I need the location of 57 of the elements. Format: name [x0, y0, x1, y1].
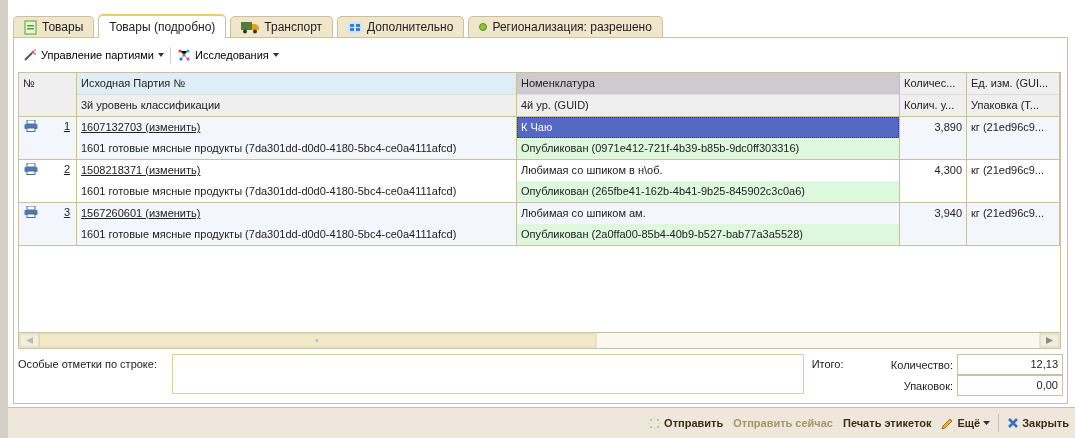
tab[interactable]: Транспорт [230, 16, 334, 37]
table-cell: Опубликован (0971e412-721f-4b39-b85b-9dc0ff303316) [517, 138, 899, 159]
molecule-icon [177, 48, 191, 62]
action-button[interactable]: Закрыть [1005, 415, 1071, 431]
tab[interactable]: Товары (подробно) [98, 14, 227, 38]
row-number[interactable]: 2 [63, 163, 70, 175]
action-button[interactable]: Печать этикеток [841, 415, 934, 431]
notes-field[interactable] [172, 354, 804, 394]
close-icon [1007, 417, 1020, 429]
tab[interactable]: Дополнительно [337, 16, 465, 37]
total-label: Количество: [889, 358, 954, 371]
status-dot-icon [479, 23, 488, 31]
notes-label: Особые отметки по строке: [18, 357, 158, 370]
total-field: 0,00 [957, 375, 1063, 396]
action-button[interactable]: Отправить [646, 414, 726, 432]
document-icon [24, 19, 37, 35]
caret-icon [983, 421, 991, 425]
row-number[interactable]: 3 [63, 206, 70, 218]
action-button[interactable]: Ещё [939, 414, 993, 432]
grid-icon [348, 21, 363, 33]
table-cell: К Чаю [517, 117, 899, 138]
total-field: 12,13 [957, 354, 1063, 375]
caret-icon [272, 53, 279, 57]
total-label: Упаковок: [902, 379, 954, 392]
totals-label: Итого: [811, 357, 845, 370]
table-cell: Опубликован (2a0ffa00-85b4-40b9-b527-bab77a3a5528) [517, 224, 899, 245]
table-cell-text: Любимая со шпиком в н\об. [520, 163, 664, 178]
table-cell-text: 1601 готовые мясные продукты (7da301dd-d0d0-4180-5bc4-ce0a4111afcd) [80, 227, 458, 242]
printer-icon[interactable] [24, 206, 38, 218]
table-cell-text: 4,300 [933, 163, 963, 178]
batch-link[interactable]: 1508218371 (изменить) [81, 164, 201, 176]
batch-link[interactable]: 1567260601 (изменить) [81, 207, 201, 219]
menu-button[interactable]: Управление партиями [21, 46, 166, 64]
menu-button[interactable]: Исследования [175, 46, 281, 64]
table-cell-text: кг (21ed96c9... [970, 206, 1046, 221]
table-cell-text: Любимая со шпиком ам. [520, 206, 647, 221]
spinner-icon [648, 416, 662, 430]
tab[interactable]: Регионализация: разрешено [468, 16, 663, 37]
column-header[interactable]: Исходная Партия № [77, 73, 516, 94]
table-cell: Опубликован (265fbe41-162b-4b41-9b25-845902c3c0a6) [517, 181, 899, 202]
table-cell-text: 3,890 [933, 120, 963, 135]
table-cell-text: кг (21ed96c9... [970, 163, 1046, 178]
table-cell-text: 1601 готовые мясные продукты (7da301dd-d0d0-4180-5bc4-ce0a4111afcd) [80, 184, 458, 199]
table-cell-text: 1601 готовые мясные продукты (7da301dd-d0d0-4180-5bc4-ce0a4111afcd) [80, 141, 458, 156]
table-cell-text: 3,940 [933, 206, 963, 221]
row-number[interactable]: 1 [63, 120, 70, 132]
caret-icon [158, 53, 164, 57]
truck-icon [241, 20, 260, 34]
batch-link[interactable]: 1607132703 (изменить) [81, 121, 201, 133]
horizontal-scrollbar[interactable] [19, 332, 1060, 348]
column-header[interactable]: Номенклатура [517, 73, 899, 94]
printer-icon[interactable] [24, 120, 38, 132]
wand-icon [23, 48, 37, 62]
printer-icon[interactable] [24, 163, 38, 175]
tab[interactable]: Товары [13, 16, 95, 37]
pencil-icon [941, 416, 955, 430]
table-cell-text: кг (21ed96c9... [970, 120, 1046, 135]
